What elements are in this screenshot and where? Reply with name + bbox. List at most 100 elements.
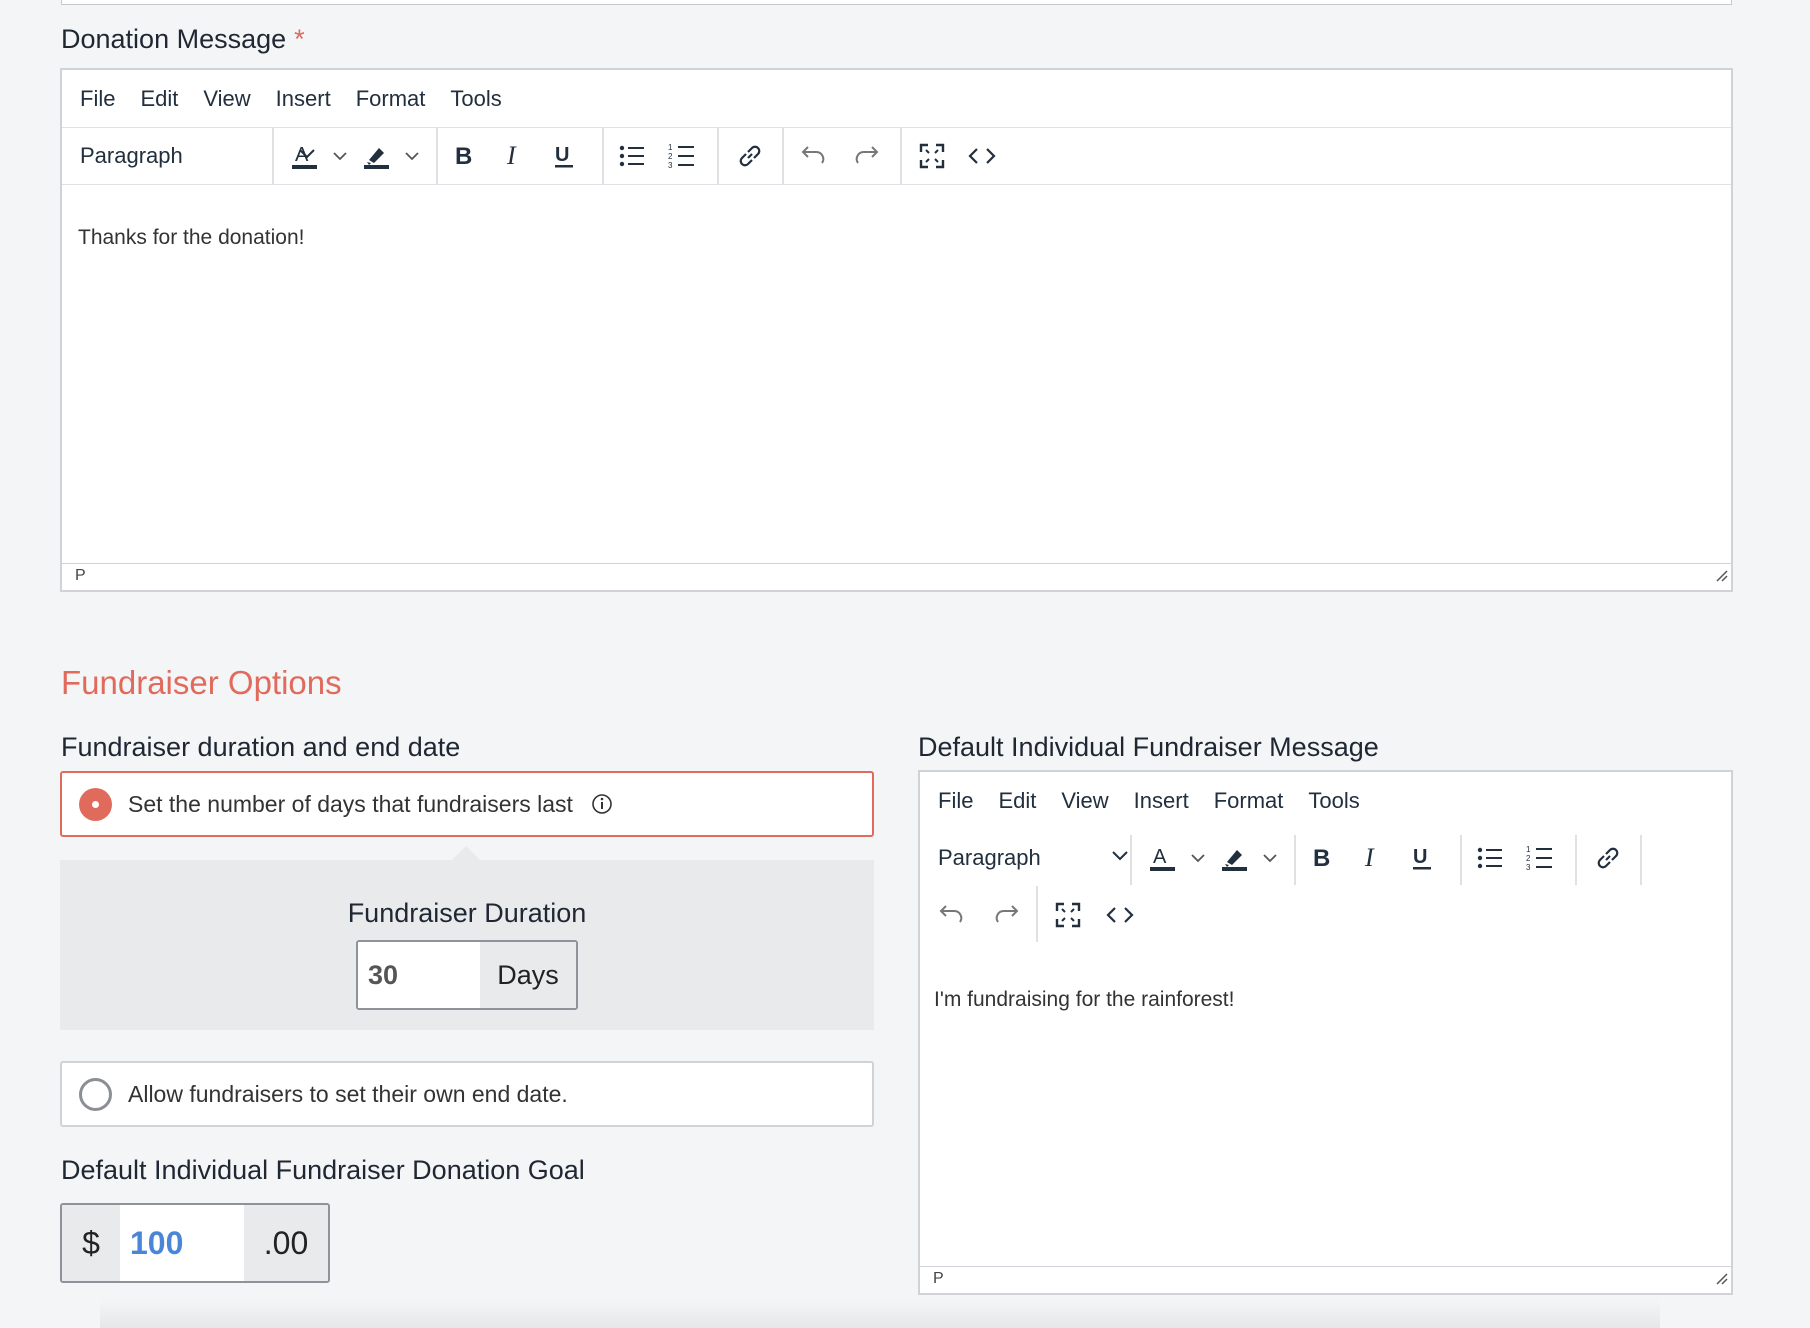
fundraiser-options-title: Fundraiser Options: [61, 664, 342, 701]
option-end-date-label: Allow fundraisers to set their own end d…: [128, 1080, 568, 1107]
donation-goal-input-group: $ 100 .00: [60, 1203, 330, 1283]
svg-text:I: I: [1364, 845, 1375, 871]
bullet-list-icon[interactable]: [1468, 838, 1512, 878]
donation-goal-input[interactable]: 100: [120, 1205, 244, 1281]
editor-statusbar: P: [62, 563, 1731, 590]
editor-menubar: File Edit View Insert Format Tools: [920, 772, 1731, 829]
individual-message-label: Default Individual Fundraiser Message: [918, 732, 1379, 762]
menu-tools[interactable]: Tools: [450, 86, 501, 112]
link-icon[interactable]: [728, 136, 772, 176]
menu-file[interactable]: File: [80, 86, 115, 112]
duration-input-group: 30 Days: [356, 940, 578, 1010]
svg-text:2: 2: [668, 152, 673, 161]
svg-text:3: 3: [1526, 863, 1531, 871]
highlight-chevron-down-icon[interactable]: [1256, 838, 1284, 878]
page-bottom-shadow: [100, 1300, 1660, 1328]
bold-icon[interactable]: B: [442, 136, 486, 176]
block-format-label: Paragraph: [80, 142, 183, 168]
radio-unselected-icon[interactable]: [79, 1077, 112, 1111]
highlight-color-icon[interactable]: [354, 136, 398, 176]
bold-icon[interactable]: B: [1300, 838, 1344, 878]
editor-toolbar: Paragraph A B I U 123: [62, 127, 1731, 185]
required-marker: *: [294, 24, 305, 54]
menu-format[interactable]: Format: [356, 86, 426, 112]
donation-message-label: Donation Message *: [61, 24, 305, 55]
block-format-select[interactable]: Paragraph: [80, 127, 315, 184]
panel-pointer: [452, 846, 480, 860]
option-days-label: Set the number of days that fundraisers …: [128, 790, 573, 817]
editor-statusbar: P: [920, 1266, 1731, 1293]
individual-message-editor[interactable]: File Edit View Insert Format Tools Parag…: [918, 770, 1733, 1295]
underline-icon[interactable]: U: [542, 136, 586, 176]
fullscreen-icon[interactable]: [1046, 895, 1090, 935]
goal-cents: .00: [244, 1205, 328, 1281]
menu-format[interactable]: Format: [1214, 788, 1284, 814]
svg-text:1: 1: [668, 143, 673, 152]
svg-text:3: 3: [668, 161, 673, 169]
svg-text:I: I: [506, 143, 517, 169]
menu-edit[interactable]: Edit: [998, 788, 1036, 814]
redo-icon[interactable]: [844, 136, 888, 176]
highlight-chevron-down-icon[interactable]: [398, 136, 426, 176]
info-icon[interactable]: [591, 793, 613, 815]
menu-view[interactable]: View: [1061, 788, 1108, 814]
duration-input[interactable]: 30: [358, 942, 480, 1008]
svg-text:A: A: [295, 144, 309, 166]
menu-tools[interactable]: Tools: [1308, 788, 1359, 814]
element-path[interactable]: P: [933, 1270, 944, 1288]
numbered-list-icon[interactable]: 123: [660, 136, 704, 176]
block-format-select[interactable]: Paragraph: [938, 829, 1128, 886]
svg-text:B: B: [455, 143, 472, 169]
resize-handle-icon[interactable]: [1713, 567, 1729, 588]
numbered-list-icon[interactable]: 123: [1518, 838, 1562, 878]
option-end-date-radio[interactable]: Allow fundraisers to set their own end d…: [60, 1061, 874, 1127]
currency-symbol: $: [62, 1205, 120, 1281]
block-format-label: Paragraph: [938, 844, 1041, 870]
menu-edit[interactable]: Edit: [140, 86, 178, 112]
donation-message-label-text: Donation Message: [61, 24, 287, 54]
text-color-icon[interactable]: A: [282, 136, 326, 176]
menu-file[interactable]: File: [938, 788, 973, 814]
highlight-color-icon[interactable]: [1212, 838, 1256, 878]
source-code-icon[interactable]: [960, 136, 1004, 176]
donation-goal-label: Default Individual Fundraiser Donation G…: [61, 1155, 585, 1185]
editor-menubar: File Edit View Insert Format Tools: [62, 70, 1731, 128]
fullscreen-icon[interactable]: [910, 136, 954, 176]
text-color-chevron-down-icon[interactable]: [326, 136, 354, 176]
duration-unit: Days: [480, 942, 576, 1008]
text-color-icon[interactable]: A: [1140, 838, 1184, 878]
editor-content[interactable]: I'm fundraising for the rainforest!: [934, 988, 1234, 1012]
svg-text:B: B: [1313, 845, 1330, 871]
underline-icon[interactable]: U: [1400, 838, 1444, 878]
fundraiser-duration-label: Fundraiser duration and end date: [61, 732, 461, 762]
radio-selected-icon[interactable]: [79, 787, 112, 821]
editor-toolbar-row-1: Paragraph A B I U 123: [920, 829, 1731, 886]
italic-icon[interactable]: I: [1350, 838, 1394, 878]
menu-view[interactable]: View: [203, 86, 250, 112]
svg-text:A: A: [1153, 846, 1167, 868]
svg-text:U: U: [1413, 846, 1427, 868]
source-code-icon[interactable]: [1098, 895, 1142, 935]
redo-icon[interactable]: [984, 895, 1028, 935]
previous-field-bottom-edge: [61, 0, 1732, 5]
undo-icon[interactable]: [792, 136, 836, 176]
option-days-radio[interactable]: Set the number of days that fundraisers …: [60, 771, 874, 837]
svg-text:U: U: [555, 144, 569, 166]
italic-icon[interactable]: I: [492, 136, 536, 176]
svg-text:1: 1: [1526, 845, 1531, 854]
duration-panel: Fundraiser Duration 30 Days: [60, 860, 874, 1030]
editor-content[interactable]: Thanks for the donation!: [78, 226, 304, 250]
element-path[interactable]: P: [75, 567, 86, 585]
chevron-down-icon: [1111, 849, 1129, 867]
menu-insert[interactable]: Insert: [1134, 788, 1189, 814]
link-icon[interactable]: [1586, 838, 1630, 878]
undo-icon[interactable]: [930, 895, 974, 935]
text-color-chevron-down-icon[interactable]: [1184, 838, 1212, 878]
bullet-list-icon[interactable]: [610, 136, 654, 176]
duration-panel-label: Fundraiser Duration: [347, 898, 587, 928]
donation-message-editor[interactable]: File Edit View Insert Format Tools Parag…: [60, 68, 1733, 592]
editor-toolbar-row-2: [920, 886, 1731, 943]
resize-handle-icon[interactable]: [1713, 1270, 1729, 1291]
menu-insert[interactable]: Insert: [276, 86, 331, 112]
svg-text:2: 2: [1526, 854, 1531, 863]
